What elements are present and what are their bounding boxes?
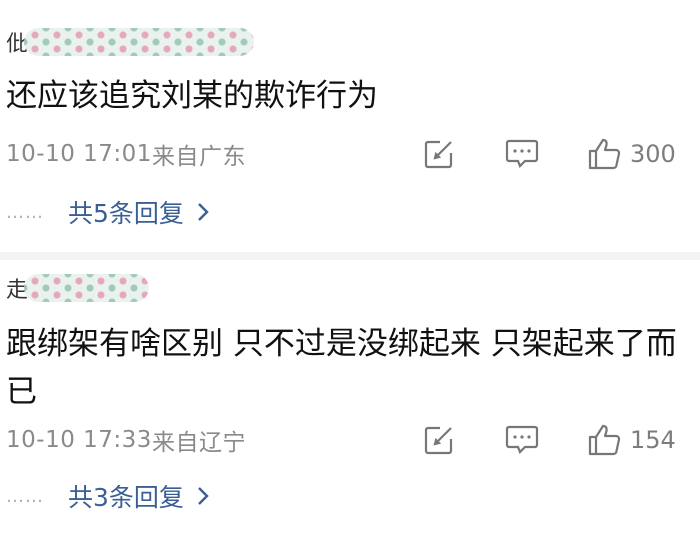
comment-icon: [505, 425, 539, 454]
replies-row[interactable]: …… 共3条回复: [6, 476, 210, 516]
username-mosaic-blur: [24, 274, 149, 302]
comment-time: 10-10 17:33: [6, 427, 152, 453]
reply-button[interactable]: [503, 423, 541, 457]
like-button[interactable]: 154: [586, 422, 676, 458]
comment-item: 走 跟绑架有啥区别 只不过是没绑起来 只架起来了而已 10-10 17:33 来…: [0, 0, 700, 540]
comment-meta-row: 10-10 17:33 来自辽宁 154: [6, 420, 696, 460]
replies-dots: ……: [6, 485, 44, 507]
comment-location: 来自辽宁: [151, 430, 246, 456]
comment-text: 跟绑架有啥区别 只不过是没绑起来 只架起来了而已: [6, 326, 677, 410]
edit-button[interactable]: [422, 423, 456, 457]
view-replies-link[interactable]: 共3条回复: [68, 478, 184, 514]
chevron-right-icon: [198, 487, 209, 505]
like-count: 154: [630, 426, 676, 454]
username-row[interactable]: 走: [6, 268, 149, 308]
edit-icon: [424, 426, 453, 455]
thumbs-up-icon: [588, 424, 621, 456]
